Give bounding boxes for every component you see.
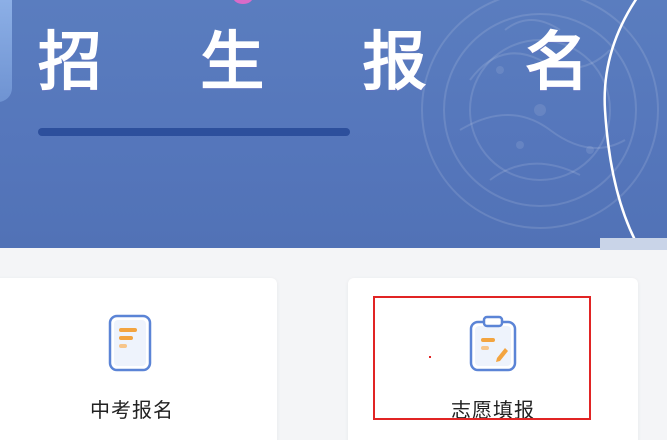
banner-decor-dot <box>233 0 253 4</box>
card-label: 中考报名 <box>90 398 174 422</box>
page: 招 生 报 名 中考报名 志愿填报 <box>0 0 667 440</box>
document-icon <box>108 314 152 372</box>
banner-left-tab <box>0 0 12 102</box>
card-application-filling[interactable]: 志愿填报 <box>348 278 638 440</box>
banner-title: 招 生 报 名 <box>38 26 627 100</box>
card-zhongkao-registration[interactable]: 中考报名 <box>0 278 277 440</box>
card-label: 志愿填报 <box>451 398 535 422</box>
banner-title-underline <box>38 128 350 136</box>
clipboard-edit-icon <box>469 315 517 372</box>
banner-bottom-strip <box>600 238 667 250</box>
cursor-dot <box>429 356 431 358</box>
banner: 招 生 报 名 <box>0 0 667 248</box>
